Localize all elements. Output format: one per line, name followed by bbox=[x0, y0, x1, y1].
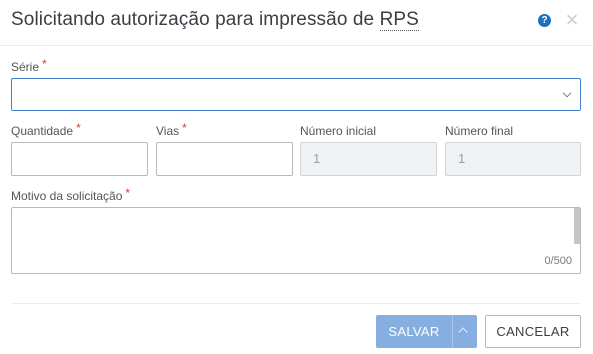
character-counter: 0/500 bbox=[544, 255, 572, 267]
quantidade-label: Quantidade * bbox=[11, 121, 81, 138]
footer-divider bbox=[11, 303, 581, 304]
help-icon[interactable]: ? bbox=[538, 14, 551, 27]
numero-inicial-input: 1 bbox=[300, 142, 437, 176]
motivo-textarea[interactable]: 0/500 bbox=[11, 207, 581, 274]
numero-inicial-value: 1 bbox=[313, 151, 321, 166]
dialog-title: Solicitando autorização para impressão d… bbox=[11, 9, 419, 31]
quantidade-label-text: Quantidade bbox=[11, 124, 74, 138]
dialog-header: Solicitando autorização para impressão d… bbox=[0, 0, 593, 46]
save-button[interactable]: SALVAR bbox=[376, 315, 452, 348]
textarea-scrollbar[interactable] bbox=[574, 208, 580, 244]
numero-final-label: Número final bbox=[445, 124, 514, 138]
motivo-label: Motivo da solicitação * bbox=[11, 186, 131, 203]
dialog-title-abbr[interactable]: RPS bbox=[379, 9, 419, 31]
quantidade-input[interactable] bbox=[11, 142, 148, 176]
vias-label: Vias * bbox=[156, 121, 187, 138]
required-mark: * bbox=[125, 186, 131, 200]
close-icon[interactable]: × bbox=[563, 9, 581, 31]
numero-final-value: 1 bbox=[458, 151, 466, 166]
chevron-down-icon bbox=[562, 88, 572, 98]
vias-input[interactable] bbox=[156, 142, 293, 176]
button-divider bbox=[452, 315, 453, 348]
required-mark: * bbox=[76, 121, 81, 135]
numero-final-input: 1 bbox=[445, 142, 581, 176]
cancel-button[interactable]: CANCELAR bbox=[485, 315, 581, 348]
serie-label-text: Série bbox=[11, 60, 40, 74]
required-mark: * bbox=[42, 57, 47, 71]
motivo-label-text: Motivo da solicitação bbox=[11, 189, 123, 203]
rps-authorization-dialog: Solicitando autorização para impressão d… bbox=[0, 0, 593, 354]
chevron-up-icon[interactable] bbox=[458, 327, 468, 337]
serie-label: Série * bbox=[11, 57, 47, 74]
serie-select[interactable] bbox=[11, 78, 581, 111]
save-button-group: SALVAR bbox=[376, 315, 477, 348]
numero-inicial-label: Número inicial bbox=[300, 124, 377, 138]
dialog-title-text: Solicitando autorização para impressão d… bbox=[11, 9, 380, 30]
required-mark: * bbox=[182, 121, 187, 135]
vias-label-text: Vias bbox=[156, 124, 180, 138]
